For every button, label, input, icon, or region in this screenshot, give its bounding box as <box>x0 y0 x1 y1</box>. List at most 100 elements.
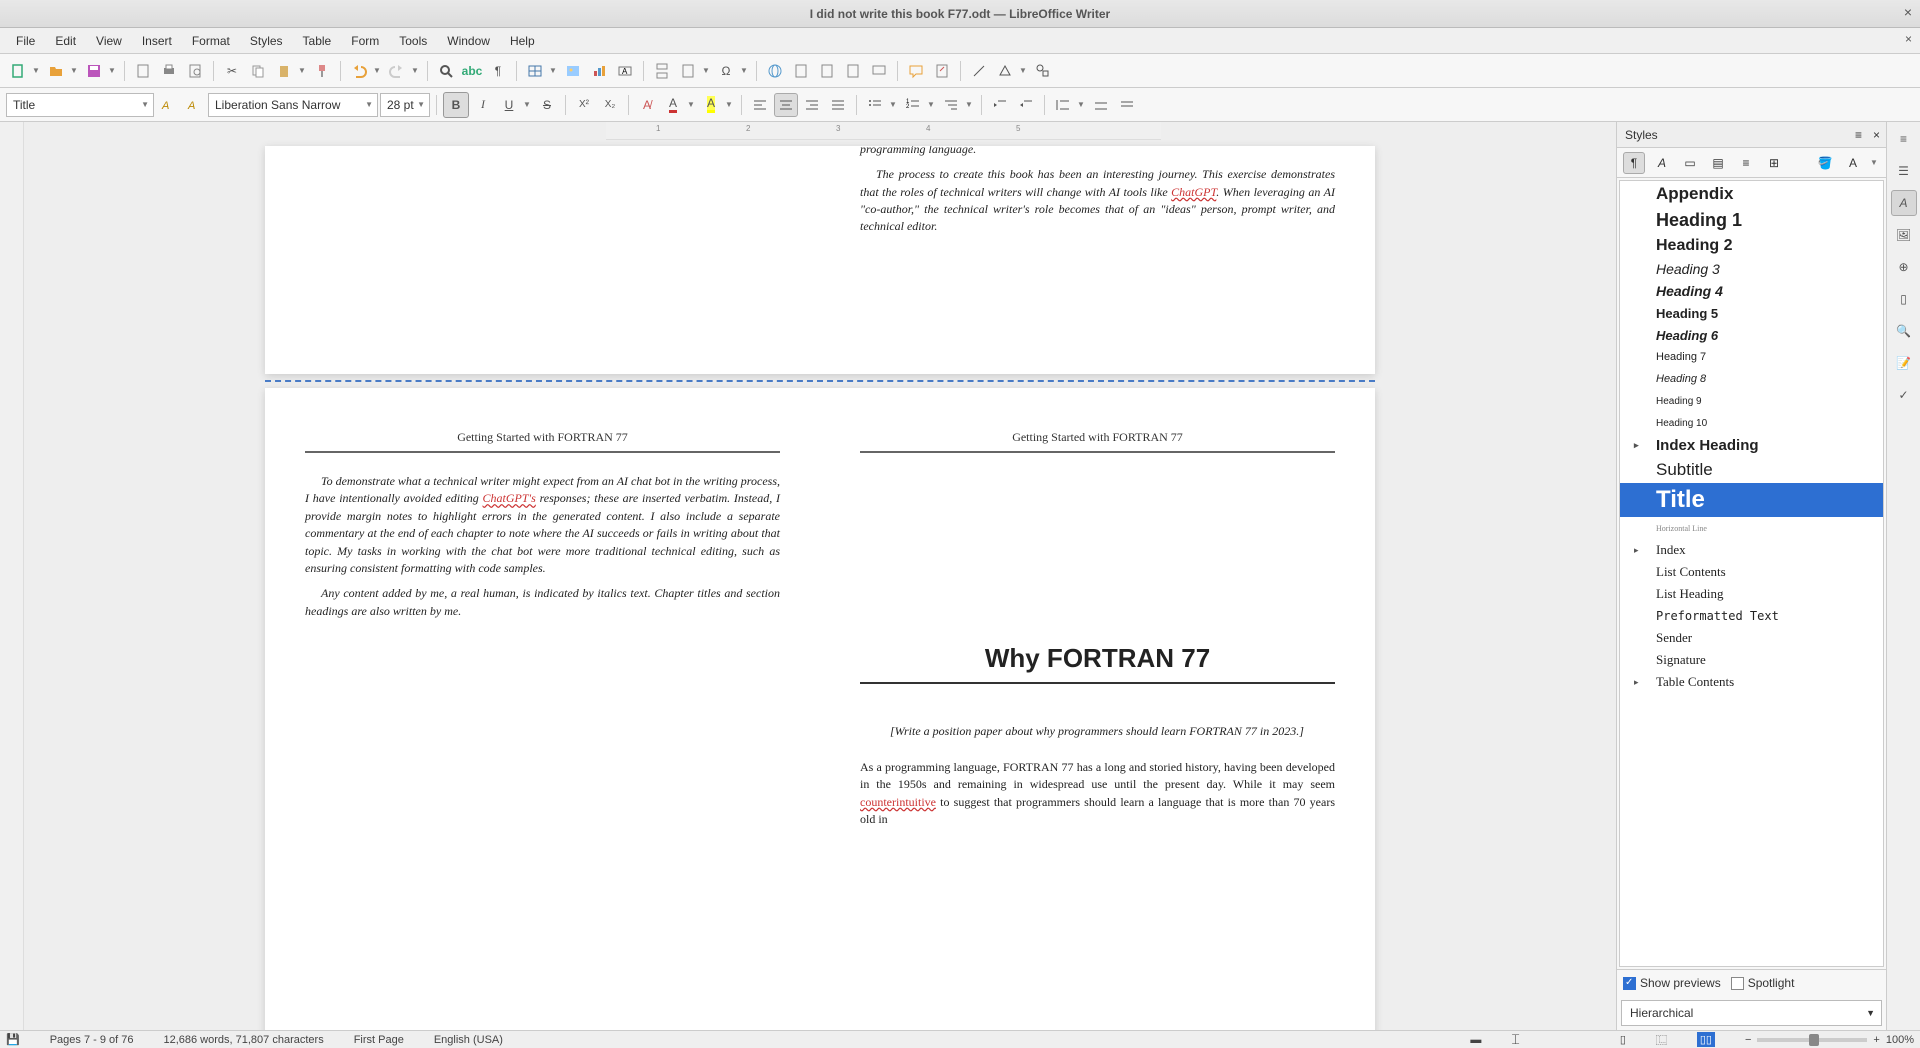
style-inspector-icon[interactable]: 🔍 <box>1891 318 1917 344</box>
page-9[interactable]: Getting Started with FORTRAN 77 Why FORT… <box>820 388 1375 1030</box>
new-doc-dropdown[interactable]: ▼ <box>32 66 42 75</box>
style-item[interactable]: Heading 8 <box>1620 368 1883 390</box>
style-item[interactable]: List Heading <box>1620 583 1883 605</box>
fill-format-icon[interactable]: 🪣 <box>1814 152 1836 174</box>
page-count[interactable]: Pages 7 - 9 of 76 <box>50 1034 134 1046</box>
style-actions-dropdown[interactable]: ▼ <box>1870 158 1880 167</box>
zoom-value[interactable]: 100% <box>1886 1034 1914 1046</box>
line-spacing-dropdown[interactable]: ▼ <box>1077 100 1087 109</box>
table-styles-tab[interactable]: ⊞ <box>1763 152 1785 174</box>
page-deck-icon[interactable]: ▯ <box>1891 286 1917 312</box>
number-dropdown[interactable]: ▼ <box>927 100 937 109</box>
underline-dropdown[interactable]: ▼ <box>523 100 533 109</box>
style-item[interactable]: Appendix <box>1620 181 1883 207</box>
paragraph-style-combo[interactable]: Title▼ <box>6 93 154 117</box>
textbox-icon[interactable]: A <box>613 59 637 83</box>
table-icon[interactable] <box>523 59 547 83</box>
comment-toolbar-icon[interactable] <box>867 59 891 83</box>
special-char-icon[interactable]: Ω <box>714 59 738 83</box>
italics-note-para[interactable]: Any content added by me, a real human, i… <box>305 585 780 620</box>
redo-dropdown[interactable]: ▼ <box>411 66 421 75</box>
style-item[interactable]: Sender <box>1620 627 1883 649</box>
style-item[interactable]: Heading 9 <box>1620 390 1883 412</box>
strikethrough-button[interactable]: S <box>535 93 559 117</box>
view-single-icon[interactable]: ▯ <box>1620 1033 1626 1046</box>
new-doc-icon[interactable] <box>6 59 30 83</box>
highlight-dropdown[interactable]: ▼ <box>725 100 735 109</box>
list-styles-tab[interactable]: ≡ <box>1735 152 1757 174</box>
line-icon[interactable] <box>967 59 991 83</box>
undo-icon[interactable] <box>347 59 371 83</box>
frame-styles-tab[interactable]: ▭ <box>1679 152 1701 174</box>
highlight-icon[interactable]: A <box>699 93 723 117</box>
style-item[interactable]: Horizontal Line <box>1620 517 1883 539</box>
chapter-title[interactable]: Why FORTRAN 77 <box>860 643 1335 684</box>
track-changes-icon[interactable] <box>930 59 954 83</box>
font-size-combo[interactable]: 28 pt▼ <box>380 93 430 117</box>
save-status-icon[interactable]: 💾 <box>6 1033 20 1046</box>
indent-inc-icon[interactable] <box>988 93 1012 117</box>
style-item[interactable]: Heading 6 <box>1620 324 1883 346</box>
style-actions-icon[interactable]: A <box>1842 152 1864 174</box>
outline-dropdown[interactable]: ▼ <box>965 100 975 109</box>
para-space-inc-icon[interactable] <box>1089 93 1113 117</box>
insert-mode[interactable]: ▬ <box>1470 1034 1481 1046</box>
copy-icon[interactable] <box>246 59 270 83</box>
indent-dec-icon[interactable] <box>1014 93 1038 117</box>
gallery-deck-icon[interactable]: 🖼 <box>1891 222 1917 248</box>
window-close-icon[interactable]: × <box>1904 4 1912 20</box>
new-style-icon[interactable]: A <box>182 93 206 117</box>
page-8[interactable]: Getting Started with FORTRAN 77 To demon… <box>265 388 820 1030</box>
menu-view[interactable]: View <box>86 30 132 52</box>
document-close-icon[interactable]: × <box>1905 32 1912 46</box>
intro-cont[interactable]: later editions. But FORTRAN 77 was my fi… <box>860 146 1335 158</box>
menu-window[interactable]: Window <box>437 30 500 52</box>
italic-button[interactable]: I <box>471 93 495 117</box>
clone-format-icon[interactable] <box>310 59 334 83</box>
update-style-icon[interactable]: A <box>156 93 180 117</box>
style-item[interactable]: List Contents <box>1620 561 1883 583</box>
page-break-icon[interactable] <box>650 59 674 83</box>
view-multi-icon[interactable]: ⿺ <box>1656 1032 1667 1048</box>
style-item[interactable]: Signature <box>1620 649 1883 671</box>
footnote-icon[interactable] <box>789 59 813 83</box>
manage-changes-icon[interactable]: 📝 <box>1891 350 1917 376</box>
style-item[interactable]: ▸Table Contents <box>1620 671 1883 693</box>
shapes-dropdown[interactable]: ▼ <box>1019 66 1029 75</box>
demo-para[interactable]: To demonstrate what a technical writer m… <box>305 473 780 577</box>
hyperlink-icon[interactable] <box>763 59 787 83</box>
paragraph-styles-tab[interactable]: ¶ <box>1623 152 1645 174</box>
para-space-dec-icon[interactable] <box>1115 93 1139 117</box>
word-count[interactable]: 12,686 words, 71,807 characters <box>163 1034 323 1046</box>
formatting-marks-icon[interactable]: ¶ <box>486 59 510 83</box>
subscript-button[interactable]: X₂ <box>598 93 622 117</box>
show-previews-check[interactable]: Show previews <box>1623 976 1721 990</box>
styles-list[interactable]: AppendixHeading 1Heading 2Heading 3Headi… <box>1619 180 1884 967</box>
style-item[interactable]: Heading 1 <box>1620 207 1883 234</box>
page-styles-tab[interactable]: ▤ <box>1707 152 1729 174</box>
clear-format-icon[interactable]: A̸ <box>635 93 659 117</box>
redo-icon[interactable] <box>385 59 409 83</box>
menu-form[interactable]: Form <box>341 30 389 52</box>
style-item[interactable]: Subtitle <box>1620 457 1883 483</box>
style-item[interactable]: Heading 10 <box>1620 412 1883 434</box>
style-item[interactable]: Heading 5 <box>1620 302 1883 324</box>
image-icon[interactable] <box>561 59 585 83</box>
style-item[interactable]: Preformatted Text <box>1620 605 1883 627</box>
underline-button[interactable]: U <box>497 93 521 117</box>
page-style-status[interactable]: First Page <box>354 1034 404 1046</box>
style-item[interactable]: Title <box>1620 483 1883 517</box>
line-spacing-icon[interactable] <box>1051 93 1075 117</box>
page-7[interactable]: later editions. But FORTRAN 77 was my fi… <box>820 146 1375 374</box>
page-6-partial[interactable] <box>265 146 820 374</box>
draw-functions-icon[interactable] <box>1031 59 1055 83</box>
menu-tools[interactable]: Tools <box>389 30 437 52</box>
style-item[interactable]: Heading 4 <box>1620 280 1883 302</box>
style-item[interactable]: Heading 2 <box>1620 234 1883 258</box>
menu-edit[interactable]: Edit <box>45 30 86 52</box>
outline-icon[interactable] <box>939 93 963 117</box>
spotlight-check[interactable]: Spotlight <box>1731 976 1795 990</box>
navigator-deck-icon[interactable]: ⊕ <box>1891 254 1917 280</box>
undo-dropdown[interactable]: ▼ <box>373 66 383 75</box>
align-left-icon[interactable] <box>748 93 772 117</box>
